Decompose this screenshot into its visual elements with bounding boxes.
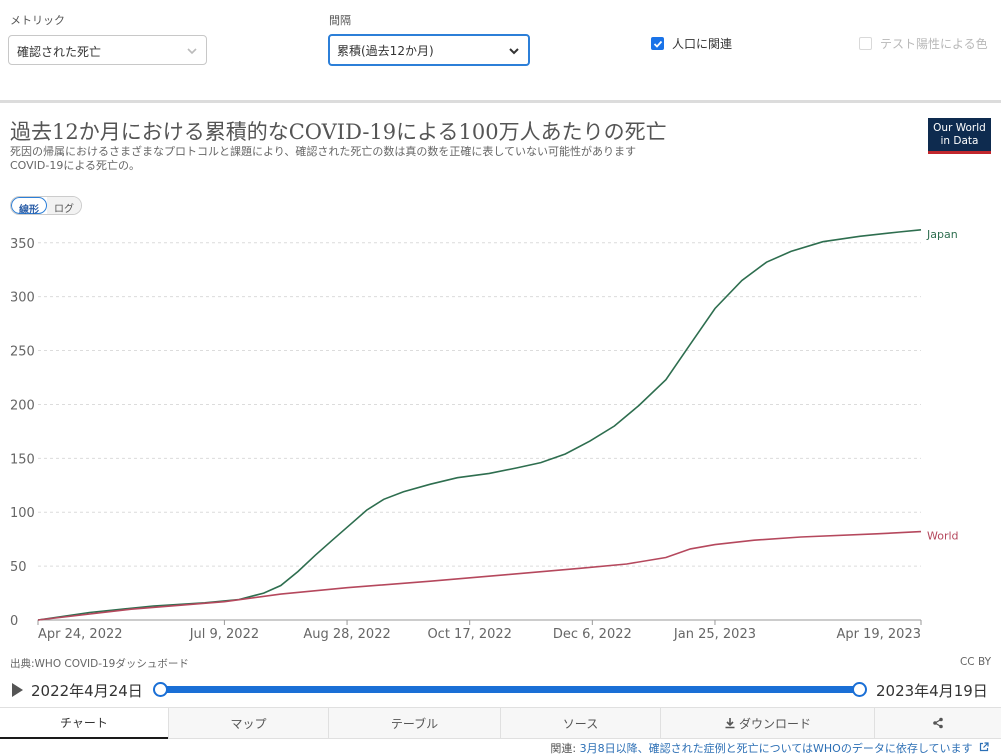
- x-tick-label: Aug 28, 2022: [303, 627, 390, 642]
- external-link-icon: [979, 742, 989, 752]
- y-tick-label: 350: [10, 237, 35, 252]
- scale-log-button[interactable]: ログ: [47, 197, 81, 214]
- chevron-down-icon: [509, 48, 519, 55]
- y-tick-label: 50: [10, 560, 27, 575]
- per-capita-toggle[interactable]: 人口に関連: [651, 35, 732, 52]
- license-link[interactable]: CC BY: [960, 656, 991, 668]
- related-note: 関連: 3月8日以降、確認された症例と死亡についてはWHOのデータに依存していま…: [550, 740, 989, 755]
- interval-select-value: 累積(過去12か月): [337, 44, 434, 58]
- x-tick-label: Apr 19, 2023: [836, 627, 921, 642]
- x-tick-label: Jan 25, 2023: [673, 627, 756, 642]
- chart-title: 過去12か月における累積的なCOVID-19による100万人あたりの死亡: [10, 120, 667, 144]
- y-tick-label: 0: [10, 614, 18, 629]
- related-prefix: 関連:: [550, 742, 580, 755]
- tab-label: テーブル: [390, 716, 439, 731]
- chevron-down-icon: [187, 48, 197, 55]
- scale-toggle: 線形 ログ: [10, 196, 82, 215]
- positivity-toggle[interactable]: テスト陽性による色: [859, 35, 988, 52]
- tab-table[interactable]: テーブル: [328, 708, 500, 739]
- tab-label: チャート: [60, 716, 108, 730]
- series-line-japan: [37, 229, 922, 621]
- tab-share[interactable]: [874, 708, 1001, 739]
- chart-subtitle-line: COVID-19による死亡の。: [10, 159, 141, 172]
- tab-sources[interactable]: ソース: [500, 708, 660, 739]
- chart-subtitle: 死因の帰属におけるさまざまなプロトコルと課題により、確認された死亡の数は真の数を…: [10, 145, 810, 173]
- y-tick-label: 100: [10, 506, 35, 521]
- section-divider: [0, 100, 1001, 103]
- series-label-japan: Japan: [926, 228, 958, 241]
- timeline-track[interactable]: [160, 686, 860, 693]
- series-line-world: [37, 530, 922, 621]
- checkbox-checked-icon[interactable]: [651, 37, 664, 50]
- owid-logo[interactable]: Our World in Data: [928, 118, 991, 154]
- x-tick-label: Apr 24, 2022: [38, 627, 123, 642]
- scale-linear-button[interactable]: 線形: [11, 197, 47, 214]
- tab-label: ソース: [562, 716, 599, 731]
- x-tick-label: Oct 17, 2022: [427, 627, 512, 642]
- logo-text: Our World: [933, 122, 986, 134]
- y-tick-label: 250: [10, 345, 35, 360]
- tab-bar: チャート マップ テーブル ソース ダウンロード: [0, 707, 1001, 739]
- download-icon: [725, 718, 735, 729]
- chart-subtitle-line: 死因の帰属におけるさまざまなプロトコルと課題により、確認された死亡の数は真の数を…: [10, 145, 637, 158]
- tab-download[interactable]: ダウンロード: [660, 708, 874, 739]
- timeline-end-date: 2023年4月19日: [876, 682, 988, 700]
- y-tick-label: 200: [10, 398, 35, 413]
- y-tick-label: 150: [10, 452, 35, 467]
- y-tick-label: 300: [10, 291, 35, 306]
- tab-chart[interactable]: チャート: [0, 708, 168, 739]
- interval-label: 間隔: [329, 14, 351, 27]
- tab-map[interactable]: マップ: [168, 708, 328, 739]
- related-link[interactable]: 3月8日以降、確認された症例と死亡についてはWHOのデータに依存しています: [580, 742, 973, 755]
- interval-select[interactable]: 累積(過去12か月): [328, 34, 530, 66]
- checkbox-unchecked-icon[interactable]: [859, 37, 872, 50]
- share-icon: [933, 717, 943, 729]
- metric-label: メトリック: [10, 14, 65, 27]
- series-label-world: World: [927, 530, 959, 543]
- timeline-start-handle[interactable]: [153, 682, 168, 697]
- x-tick-label: Jul 9, 2022: [189, 627, 259, 642]
- positivity-label: テスト陽性による色: [880, 37, 988, 51]
- logo-text: in Data: [940, 135, 979, 147]
- line-chart: 0 50 100 150 200 250 300 350 Apr 24, 2022 Jul 9, …: [10, 228, 959, 642]
- per-capita-label: 人口に関連: [672, 37, 733, 51]
- timeline-start-date: 2022年4月24日: [31, 682, 143, 700]
- play-icon[interactable]: [12, 683, 23, 697]
- timeline-end-handle[interactable]: [852, 682, 867, 697]
- source-note: 出典:WHO COVID-19ダッシュボード: [10, 658, 189, 670]
- timeline: 2022年4月24日 2023年4月19日: [0, 676, 1001, 704]
- metric-select[interactable]: 確認された死亡: [8, 35, 207, 65]
- metric-select-value: 確認された死亡: [17, 45, 102, 59]
- x-tick-label: Dec 6, 2022: [553, 627, 632, 642]
- tab-label: マップ: [230, 716, 267, 731]
- tab-label: ダウンロード: [738, 716, 811, 731]
